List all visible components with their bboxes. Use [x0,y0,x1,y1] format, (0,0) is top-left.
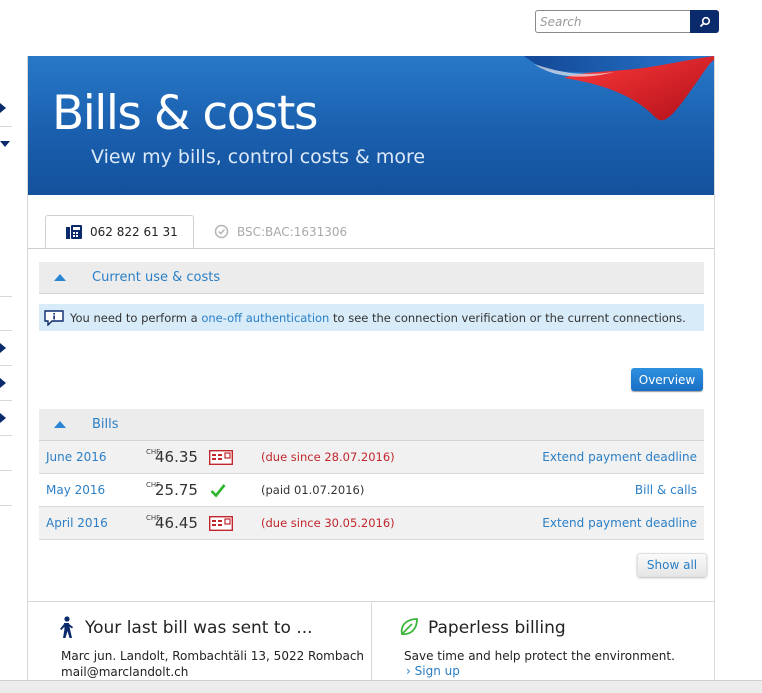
nav-divider [0,400,12,401]
bills-label: Bills [92,417,119,432]
bills-panel: Bills & costs View my bills, control cos… [27,56,715,693]
info-speech-icon [44,309,64,326]
paid-check-icon [210,484,226,498]
nav-divider [0,330,12,331]
auth-info-box: You need to perform a one-off authentica… [39,304,704,331]
nav-chevron-down-icon[interactable] [0,141,10,147]
currency-label: CHF [146,448,161,456]
clock-check-icon [214,224,229,239]
tab-account-id[interactable]: BSC:BAC:1631306 [214,215,347,248]
show-all-button[interactable]: Show all [637,553,707,577]
current-use-header[interactable]: Current use & costs [39,262,704,294]
bill-amount: 25.75 [155,481,198,499]
bill-status: (paid 01.07.2016) [261,483,365,497]
nav-arrow-icon[interactable] [0,103,6,113]
page-title: Bills & costs [52,86,318,141]
overview-button[interactable]: Overview [631,368,703,391]
search-icon [699,16,710,27]
last-bill-email: mail@marclandolt.ch [61,665,189,679]
tab-label: BSC:BAC:1631306 [237,224,348,239]
page-subtitle: View my bills, control costs & more [91,146,426,168]
bill-month[interactable]: June 2016 [46,450,107,464]
nav-arrow-icon[interactable] [0,378,6,388]
nav-arrow-icon[interactable] [0,343,6,353]
bills-header[interactable]: Bills [39,409,704,441]
leaf-icon [400,618,418,635]
hero-banner: Bills & costs View my bills, control cos… [28,56,714,195]
nav-divider [0,126,12,127]
paperless-title: Paperless billing [428,618,566,638]
collapse-triangle-icon [54,274,66,281]
table-row: June 2016 CHF 46.35 (due since 28.07.201… [39,441,704,474]
nav-divider [0,470,12,471]
sign-up-link[interactable]: › Sign up [406,664,460,678]
table-row: April 2016 CHF 46.45 (due since 30.05.20… [39,507,704,540]
collapse-triangle-icon [54,421,66,428]
extend-deadline-link[interactable]: Extend payment deadline [542,516,697,530]
search-bar [535,10,719,33]
bill-month[interactable]: April 2016 [46,516,108,530]
currency-label: CHF [146,514,161,522]
search-input[interactable] [535,10,691,33]
authentication-link[interactable]: one-off authentication [201,311,329,325]
sign-up-label: Sign up [414,664,460,678]
last-bill-address: Marc jun. Landolt, Rombachtäli 13, 5022 … [61,649,365,663]
bill-month[interactable]: May 2016 [46,483,105,497]
extend-deadline-link[interactable]: Extend payment deadline [542,450,697,464]
account-tabs: 062 822 61 31 BSC:BAC:1631306 [28,215,714,249]
info-suffix: to see the connection verification or th… [333,310,686,325]
walking-person-icon [60,616,73,638]
current-use-label: Current use & costs [92,270,221,285]
nav-divider [0,435,12,436]
nav-divider [0,296,12,297]
last-bill-title: Your last bill was sent to ... [85,618,313,638]
phone-icon [66,224,82,239]
bill-calls-link[interactable]: Bill & calls [635,483,697,497]
bill-status: (due since 28.07.2016) [261,450,395,464]
bill-amount: 46.45 [155,514,198,532]
paperless-text: Save time and help protect the environme… [404,649,675,663]
table-row: May 2016 CHF 25.75 (paid 01.07.2016) Bil… [39,474,704,507]
browser-scroll-strip [0,680,762,693]
currency-label: CHF [146,481,161,489]
chevron-right-icon: › [406,664,411,678]
brand-swoosh-icon [524,56,714,121]
bill-amount: 46.35 [155,448,198,466]
tab-phone-number[interactable]: 062 822 61 31 [45,215,194,248]
nav-divider [0,365,12,366]
search-button[interactable] [690,10,719,33]
overdue-bill-icon [209,450,233,465]
info-prefix: You need to perform a [70,310,198,325]
overdue-bill-icon [209,516,233,531]
tab-label: 062 822 61 31 [90,224,178,239]
bill-status: (due since 30.05.2016) [261,516,395,530]
nav-arrow-icon[interactable] [0,413,6,423]
nav-divider [0,505,12,506]
